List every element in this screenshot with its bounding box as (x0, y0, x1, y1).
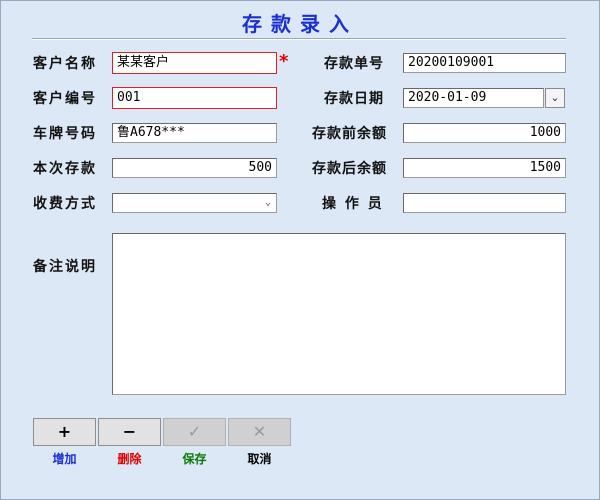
deposit-date-label: 存款日期 (324, 91, 384, 107)
operator-field[interactable] (403, 193, 566, 213)
customer-name-field[interactable]: 某某客户 (112, 52, 277, 74)
customer-no-label: 客户编号 (33, 91, 97, 107)
payment-method-label: 收费方式 (33, 196, 97, 212)
customer-name-label: 客户名称 (33, 56, 97, 72)
chevron-down-icon[interactable]: ⌄ (262, 194, 274, 212)
close-icon: ✕ (252, 422, 267, 441)
deposit-no-field[interactable]: 20200109001 (403, 53, 566, 73)
save-button[interactable]: ✓ (163, 418, 226, 446)
remarks-label: 备注说明 (33, 259, 97, 275)
payment-method-select[interactable]: ⌄ (112, 193, 277, 213)
deposit-no-label: 存款单号 (324, 56, 384, 72)
balance-after-label: 存款后余额 (312, 161, 387, 177)
cancel-button[interactable]: ✕ (228, 418, 291, 446)
amount-field[interactable]: 500 (112, 158, 277, 178)
plate-no-field[interactable]: 鲁A678*** (112, 123, 277, 143)
title-divider (32, 38, 566, 40)
cancel-button-label[interactable]: 取消 (228, 452, 291, 466)
required-mark: * (279, 51, 289, 72)
plus-icon: + (57, 422, 72, 441)
plate-no-label: 车牌号码 (33, 126, 97, 142)
delete-button-label[interactable]: 删除 (98, 452, 161, 466)
amount-label: 本次存款 (33, 161, 97, 177)
minus-icon: − (122, 422, 137, 441)
remarks-textarea[interactable] (112, 233, 566, 395)
operator-label: 操 作 员 (322, 196, 384, 212)
delete-button[interactable]: − (98, 418, 161, 446)
add-button-label[interactable]: 增加 (33, 452, 96, 466)
deposit-date-field[interactable]: 2020-01-09 (403, 88, 544, 108)
customer-no-field[interactable]: 001 (112, 87, 277, 109)
page-title: 存款录入 (242, 12, 358, 36)
balance-before-field[interactable]: 1000 (403, 123, 566, 143)
check-icon: ✓ (187, 422, 202, 441)
date-picker-button[interactable]: ⌄ (545, 88, 565, 108)
balance-before-label: 存款前余额 (312, 126, 387, 142)
chevron-down-icon: ⌄ (550, 91, 560, 104)
add-button[interactable]: + (33, 418, 96, 446)
save-button-label[interactable]: 保存 (163, 452, 226, 466)
balance-after-field[interactable]: 1500 (403, 158, 566, 178)
